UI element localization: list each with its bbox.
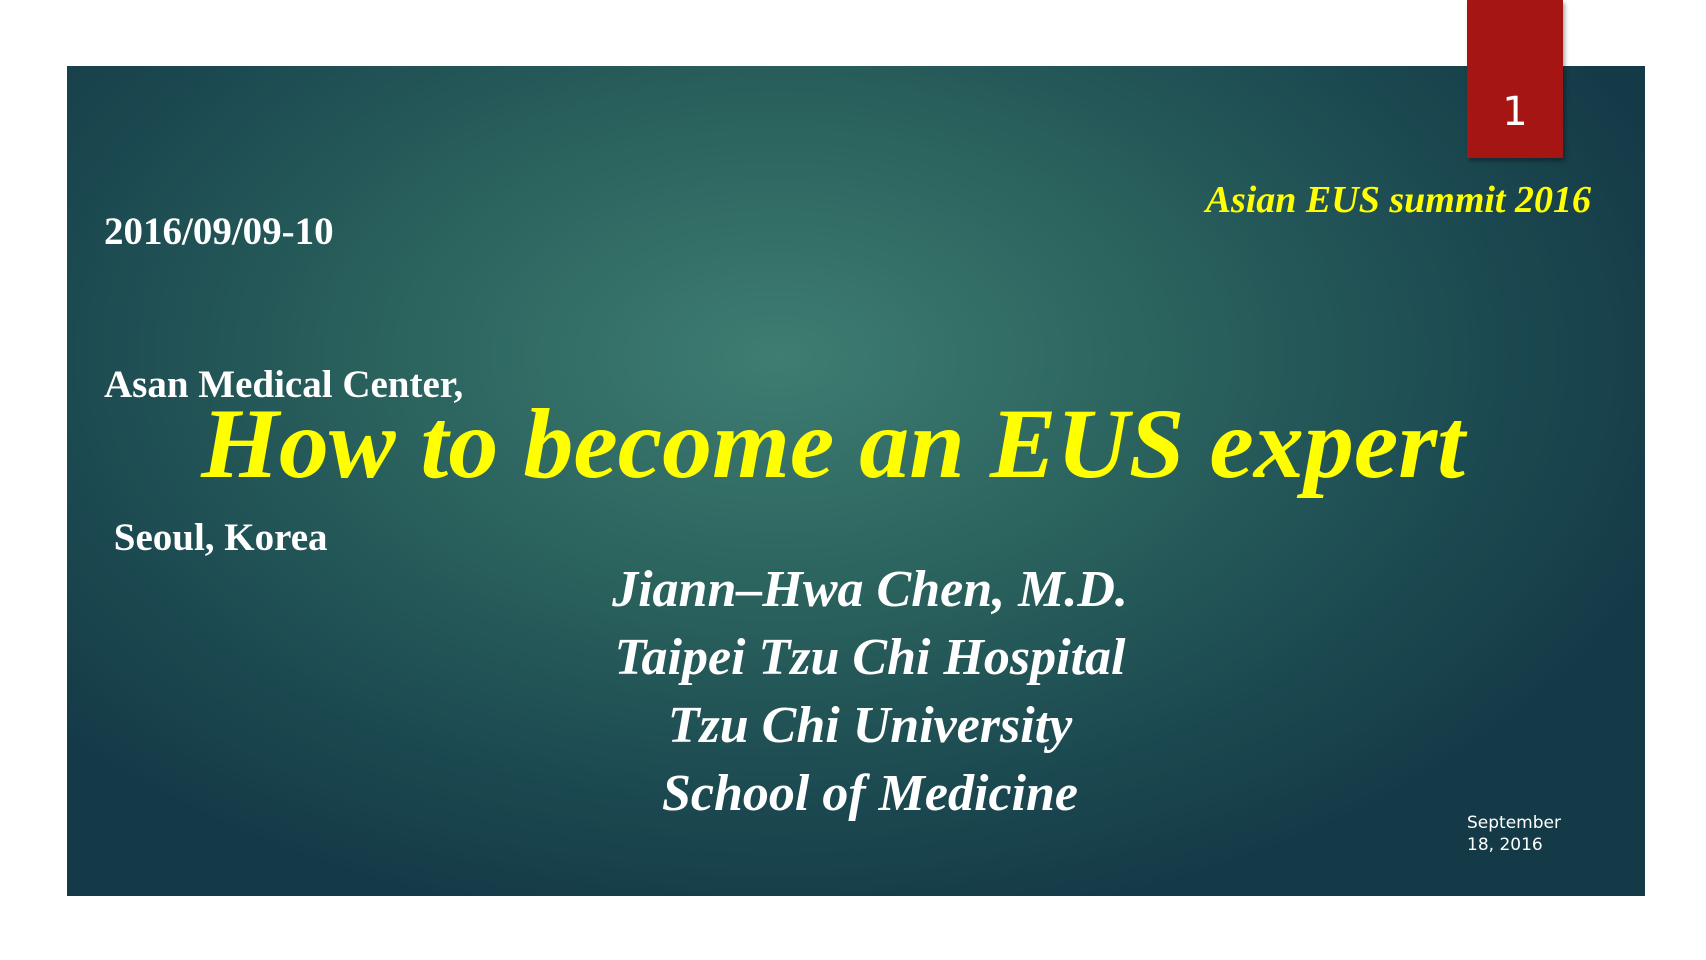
slide-title: How to become an EUS expert [201, 388, 1465, 499]
venue-city: Seoul, Korea [104, 516, 328, 559]
slide-footer-date: September 18, 2016 [1467, 812, 1587, 856]
author-school: School of Medicine [662, 765, 1078, 822]
footer-date-month: September [1467, 813, 1561, 833]
presentation-page: 1 2016/09/09-10 Asan Medical Center, Seo… [0, 0, 1706, 960]
event-dates: 2016/09/09-10 [104, 210, 334, 253]
date-location-block: 2016/09/09-10 Asan Medical Center, Seoul… [104, 104, 463, 665]
author-university: Tzu Chi University [667, 697, 1073, 754]
slide-number: 1 [1502, 89, 1528, 135]
author-block: Jiann–Hwa Chen, M.D. Taipei Tzu Chi Hosp… [560, 556, 1180, 828]
slide-number-tab: 1 [1467, 0, 1563, 158]
author-hospital: Taipei Tzu Chi Hospital [614, 629, 1126, 686]
author-name: Jiann–Hwa Chen, M.D. [612, 561, 1128, 618]
event-name: Asian EUS summit 2016 [1205, 179, 1591, 221]
footer-date-day-year: 18, 2016 [1467, 835, 1543, 855]
